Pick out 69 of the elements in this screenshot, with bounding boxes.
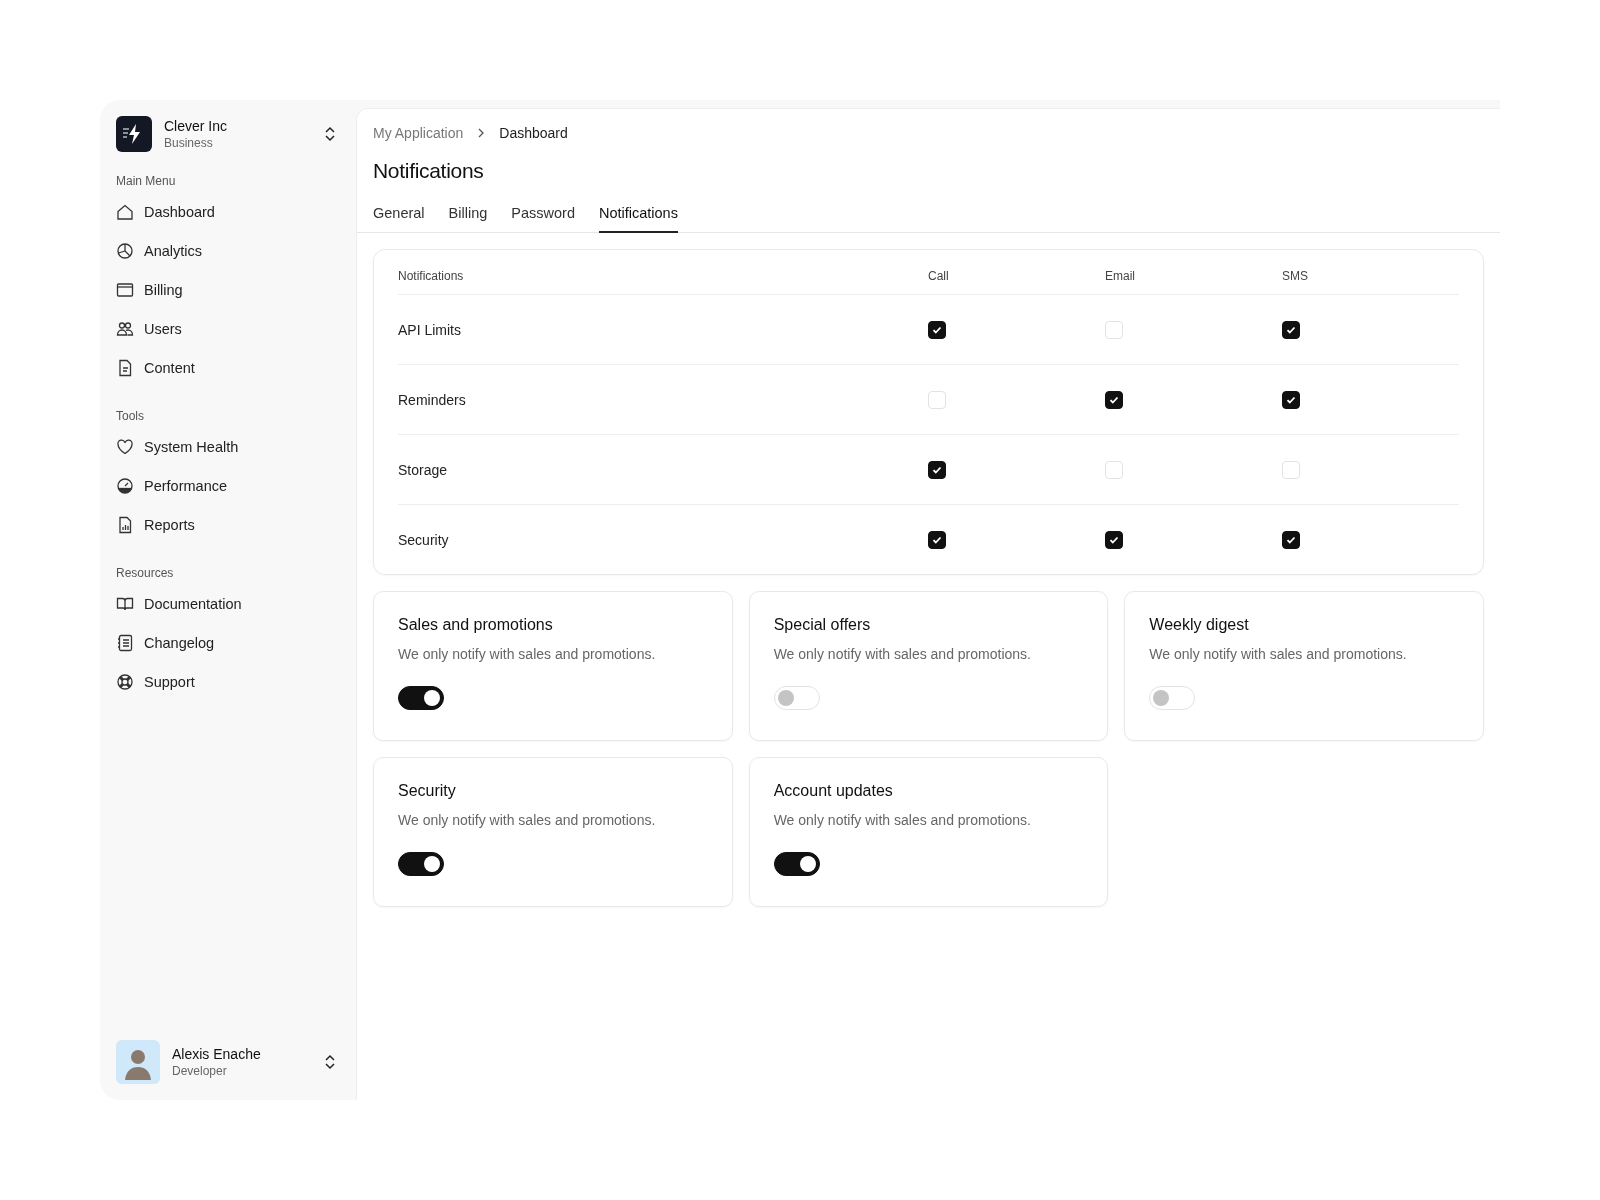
home-icon xyxy=(116,202,134,221)
card-icon xyxy=(116,280,134,299)
user-role: Developer xyxy=(172,1064,228,1078)
tab[interactable]: Billing xyxy=(448,205,488,233)
checkbox[interactable] xyxy=(1105,390,1123,409)
nav-item[interactable]: Changelog xyxy=(116,623,340,662)
table-cell-text: Security xyxy=(398,531,450,548)
page-title: Notifications xyxy=(373,159,485,183)
heart-icon xyxy=(116,437,134,456)
nav-item[interactable]: System Health xyxy=(116,427,340,466)
avatar-silhouette-icon xyxy=(116,1040,160,1084)
nav-item[interactable]: Content xyxy=(116,348,340,387)
nav-item[interactable]: Performance xyxy=(116,466,340,505)
breadcrumb-link[interactable]: Dashboard xyxy=(499,125,568,141)
card-title: Security xyxy=(398,782,456,800)
lightning-logo-icon xyxy=(116,116,152,152)
toggle-switch[interactable] xyxy=(398,686,444,710)
column-header: Call xyxy=(928,269,950,283)
checkbox[interactable] xyxy=(928,460,946,479)
nav-item[interactable]: Analytics xyxy=(116,231,340,270)
column-header: SMS xyxy=(1282,269,1309,283)
chevron-right-icon xyxy=(477,128,486,138)
card-title: Account updates xyxy=(773,782,893,800)
column-header: Notifications xyxy=(398,269,465,283)
gauge-icon xyxy=(116,476,134,495)
toggle-switch[interactable] xyxy=(398,852,444,876)
checkbox[interactable] xyxy=(928,320,946,339)
tab[interactable]: Notifications xyxy=(598,205,678,233)
card-title: Weekly digest xyxy=(1149,616,1249,634)
checkbox[interactable] xyxy=(1282,390,1300,409)
breadcrumb-link[interactable]: My Application xyxy=(373,125,464,141)
card-title: Sales and promotions xyxy=(398,616,553,634)
tab[interactable]: General xyxy=(373,205,425,233)
user-name: Alexis Enache xyxy=(172,1046,262,1062)
table-cell-text: API Limits xyxy=(398,321,462,338)
list-icon xyxy=(116,633,134,652)
chevron-updown-icon[interactable] xyxy=(324,126,336,142)
section-heading: Tools xyxy=(116,409,145,423)
card-description: We only notify with sales and promotions. xyxy=(773,646,1031,662)
nav-item[interactable]: Users xyxy=(116,309,340,348)
card-description: We only notify with sales and promotions. xyxy=(398,646,656,662)
card-description: We only notify with sales and promotions. xyxy=(1149,646,1407,662)
table-cell-text: Storage xyxy=(398,461,449,478)
card-title: Special offers xyxy=(773,616,871,634)
report-icon xyxy=(116,515,134,534)
workspace-plan: Business xyxy=(164,136,214,150)
nav-item[interactable]: Billing xyxy=(116,270,340,309)
card-description: We only notify with sales and promotions. xyxy=(773,812,1031,828)
table-cell-text: Reminders xyxy=(398,391,467,408)
nav-item[interactable]: Reports xyxy=(116,505,340,544)
checkbox[interactable] xyxy=(1282,320,1300,339)
section-heading: Resources xyxy=(116,566,175,580)
users-icon xyxy=(116,319,134,338)
toggle-switch[interactable] xyxy=(773,852,820,876)
nav-item[interactable]: Support xyxy=(116,662,340,701)
nav-item[interactable]: Dashboard xyxy=(116,192,340,231)
checkbox[interactable] xyxy=(928,530,946,549)
workspace-name: Clever Inc xyxy=(164,118,229,134)
section-heading: Main Menu xyxy=(116,174,177,188)
chevron-updown-icon[interactable] xyxy=(324,1054,336,1070)
column-header: Email xyxy=(1105,269,1136,283)
nav-item[interactable]: Documentation xyxy=(116,584,340,623)
lifebuoy-icon xyxy=(116,672,134,691)
checkbox[interactable] xyxy=(1282,530,1300,549)
card-description: We only notify with sales and promotions. xyxy=(398,812,656,828)
document-icon xyxy=(116,358,134,377)
pie-chart-icon xyxy=(116,241,134,260)
checkbox[interactable] xyxy=(1105,530,1123,549)
tab[interactable]: Password xyxy=(511,205,575,233)
